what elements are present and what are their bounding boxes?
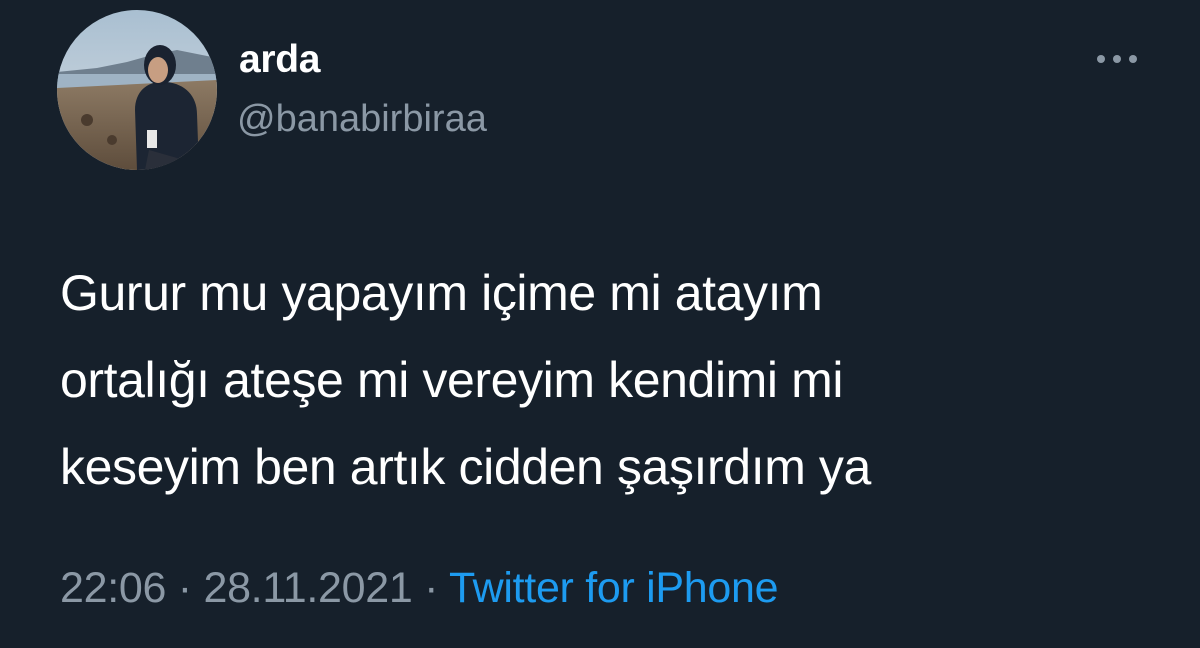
more-options-icon — [1097, 55, 1137, 63]
tweet-text: Gurur mu yapayım içime mi atayım ortalığ… — [60, 265, 871, 495]
more-options-button[interactable] — [1092, 44, 1142, 74]
meta-separator: · — [424, 564, 439, 612]
author-handle[interactable]: @banabirbiraa — [237, 100, 487, 138]
avatar[interactable] — [57, 10, 217, 170]
tweet-meta: 22:06 · 28.11.2021 · Twitter for iPhone — [60, 564, 779, 612]
tweet-time[interactable]: 22:06 — [60, 564, 166, 612]
tweet-card: arda @banabirbiraa Gurur mu yapayım içim… — [0, 0, 1200, 648]
tweet-date[interactable]: 28.11.2021 — [203, 564, 412, 612]
author-display-name[interactable]: arda — [239, 40, 320, 79]
avatar-photo-icon — [57, 10, 217, 170]
tweet-source-link[interactable]: Twitter for iPhone — [449, 564, 779, 612]
meta-separator: · — [177, 564, 192, 612]
